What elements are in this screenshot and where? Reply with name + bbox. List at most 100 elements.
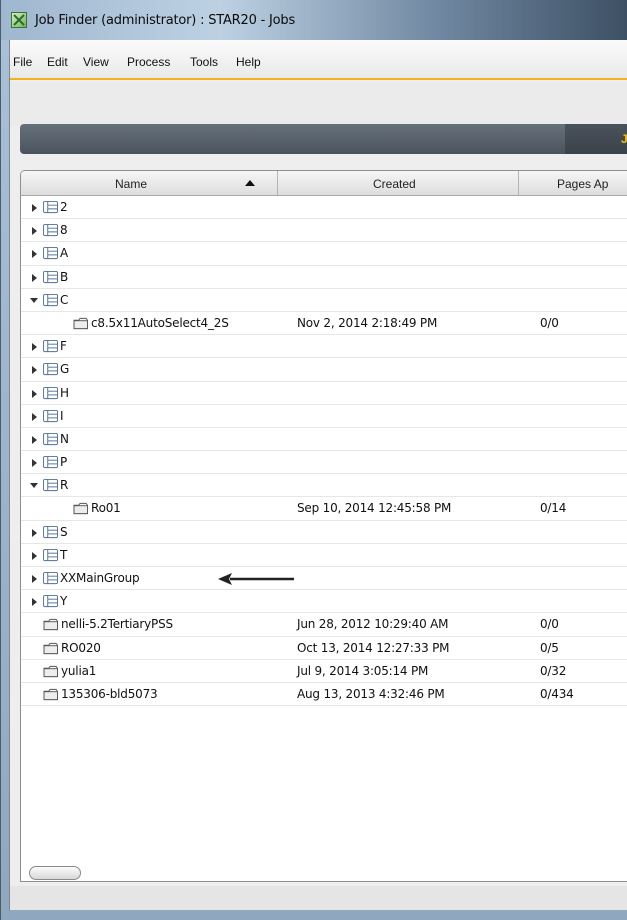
cell-created: Nov 2, 2014 2:18:49 PM [297, 315, 438, 330]
job-folder-icon [43, 688, 58, 701]
column-header-pages-label: Pages Ap [557, 177, 609, 191]
job-row[interactable]: Ro01 Sep 10, 2014 12:45:58 PM 0/14 [21, 497, 627, 521]
menu-file[interactable]: File [13, 55, 32, 69]
cell-name: yulia1 [61, 663, 97, 678]
menu-view[interactable]: View [83, 55, 109, 69]
folder-group-icon [43, 293, 58, 306]
cell-name: nelli-5.2TertiaryPSS [61, 617, 173, 632]
menu-edit[interactable]: Edit [47, 55, 68, 69]
cell-name: I [60, 408, 64, 423]
tab-jobs[interactable]: J [565, 124, 627, 154]
cell-created: Jul 9, 2014 3:05:14 PM [297, 663, 429, 678]
table-header: Name Created Pages Ap [21, 171, 627, 196]
menu-bar: File Edit View Process Tools Help [10, 40, 627, 80]
cell-name: T [60, 547, 68, 562]
job-row[interactable]: yulia1 Jul 9, 2014 3:05:14 PM 0/32 [21, 660, 627, 683]
folder-group-icon [43, 340, 58, 353]
collapsed-triangle-icon[interactable] [32, 528, 37, 537]
collapsed-triangle-icon[interactable] [32, 551, 37, 560]
folder-group-icon [43, 386, 58, 399]
cell-name: c8.5x11AutoSelect4_2S [91, 315, 229, 330]
group-row[interactable]: XXMainGroup [21, 567, 627, 591]
folder-group-icon [43, 247, 58, 260]
job-row[interactable]: nelli-5.2TertiaryPSS Jun 28, 2012 10:29:4… [21, 613, 627, 637]
left-arrow-annotation-icon [218, 573, 294, 585]
group-row[interactable]: C [21, 289, 627, 312]
folder-group-icon [43, 525, 58, 538]
cell-pages: 0/0 [540, 617, 559, 632]
group-row[interactable]: S [21, 521, 627, 544]
collapsed-triangle-icon[interactable] [32, 435, 37, 444]
column-header-name[interactable]: Name [21, 171, 278, 195]
collapsed-triangle-icon[interactable] [32, 227, 37, 236]
folder-group-icon [43, 363, 58, 376]
expanded-triangle-icon[interactable] [30, 297, 38, 303]
folder-group-icon [43, 432, 58, 445]
group-row[interactable]: Y [21, 590, 627, 614]
column-header-created[interactable]: Created [278, 171, 519, 195]
group-row[interactable]: R [21, 474, 627, 498]
group-row[interactable]: 2 [21, 196, 627, 220]
cell-created: Oct 13, 2014 12:27:33 PM [297, 640, 450, 655]
sort-ascending-icon [245, 180, 255, 186]
cell-name: Y [60, 594, 68, 609]
cell-name: H [60, 385, 69, 400]
job-folder-icon [43, 665, 58, 677]
group-row[interactable]: P [21, 451, 627, 475]
horizontal-scrollbar-thumb[interactable] [29, 866, 81, 880]
job-row[interactable]: 135306-bld5073 Aug 13, 2013 4:32:46 PM 0/4… [21, 683, 627, 707]
cell-pages: 0/5 [540, 640, 559, 655]
job-folder-icon [73, 503, 88, 515]
group-row[interactable]: 8 [21, 219, 627, 243]
collapsed-triangle-icon[interactable] [32, 204, 37, 212]
cell-name: XXMainGroup [60, 571, 140, 585]
folder-group-icon [43, 409, 58, 422]
job-folder-icon [73, 317, 88, 330]
collapsed-triangle-icon[interactable] [32, 575, 37, 583]
menu-process[interactable]: Process [127, 55, 170, 69]
collapsed-triangle-icon[interactable] [32, 459, 37, 468]
cell-pages: 0/434 [540, 686, 574, 701]
app-window: Job Finder (administrator) : STAR20 - Jo… [0, 0, 627, 920]
group-row[interactable]: H [21, 382, 627, 405]
job-row[interactable]: c8.5x11AutoSelect4_2S Nov 2, 2014 2:18:49… [21, 312, 627, 336]
cell-name: S [60, 524, 68, 539]
cell-created: Jun 28, 2012 10:29:40 AM [297, 617, 449, 632]
jobs-table: Name Created Pages Ap 2 8 A B Cc8.5x11AutoSe… [20, 170, 627, 882]
client-area: File Edit View Process Tools Help J Name… [9, 40, 627, 910]
status-bar [10, 886, 627, 910]
folder-group-icon [43, 479, 58, 492]
collapsed-triangle-icon[interactable] [32, 343, 37, 352]
folder-group-icon [43, 572, 58, 585]
column-header-pages[interactable]: Pages Ap [519, 171, 627, 195]
group-row[interactable]: A [21, 242, 627, 266]
menu-help[interactable]: Help [236, 55, 261, 69]
group-row[interactable]: B [21, 266, 627, 289]
group-row[interactable]: I [21, 405, 627, 428]
collapsed-triangle-icon[interactable] [32, 273, 37, 282]
collapsed-triangle-icon[interactable] [32, 389, 37, 398]
cell-name: G [60, 362, 70, 377]
group-row[interactable]: N [21, 428, 627, 452]
toolbar-area [10, 82, 627, 126]
column-header-name-label: Name [115, 177, 148, 191]
collapsed-triangle-icon[interactable] [32, 598, 37, 607]
folder-group-icon [43, 224, 58, 237]
title-bar[interactable]: Job Finder (administrator) : STAR20 - Jo… [1, 0, 627, 40]
cell-created: Aug 13, 2013 4:32:46 PM [297, 686, 445, 701]
collapsed-triangle-icon[interactable] [32, 366, 37, 375]
folder-group-icon [43, 456, 58, 469]
collapsed-triangle-icon[interactable] [32, 250, 37, 259]
job-row[interactable]: RO020 Oct 13, 2014 12:27:33 PM 0/5 [21, 637, 627, 660]
menu-tools[interactable]: Tools [190, 55, 218, 69]
group-row[interactable]: F [21, 335, 627, 359]
folder-group-icon [43, 595, 58, 608]
collapsed-triangle-icon[interactable] [32, 412, 37, 421]
group-row[interactable]: G [21, 358, 627, 382]
window-title: Job Finder (administrator) : STAR20 - Jo… [35, 13, 296, 28]
group-row[interactable]: T [21, 544, 627, 567]
job-folder-icon [43, 642, 58, 654]
cell-name: RO020 [61, 640, 101, 655]
expanded-triangle-icon[interactable] [30, 483, 38, 489]
cell-name: B [60, 269, 69, 284]
